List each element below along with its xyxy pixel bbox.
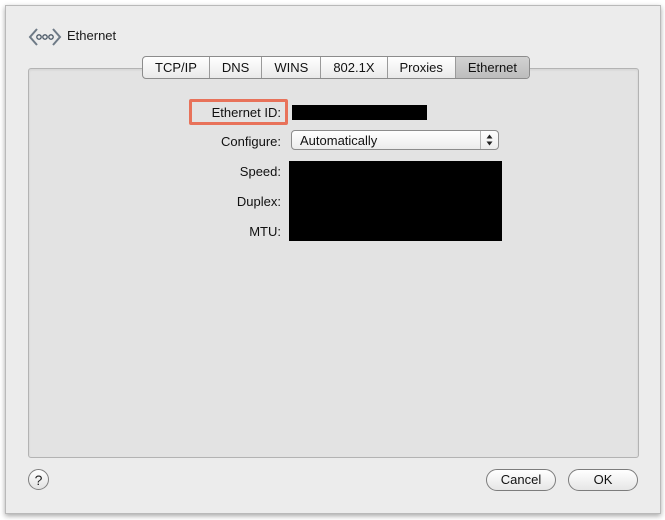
cancel-button[interactable]: Cancel — [486, 469, 556, 491]
dialog-title: Ethernet — [67, 28, 117, 43]
up-down-arrows-icon — [480, 131, 498, 149]
help-button[interactable]: ? — [28, 469, 49, 490]
speed-label: Speed: — [239, 164, 281, 179]
tab-dns[interactable]: DNS — [210, 57, 263, 78]
tab-8021x[interactable]: 802.1X — [321, 57, 388, 78]
ok-button[interactable]: OK — [568, 469, 638, 491]
tab-content-panel — [28, 68, 639, 458]
configure-label: Configure: — [221, 134, 281, 149]
configure-select[interactable]: Automatically — [291, 130, 499, 150]
network-advanced-dialog: Ethernet TCP/IP DNS WINS 802.1X Proxies … — [5, 5, 661, 514]
tab-bar: TCP/IP DNS WINS 802.1X Proxies Ethernet — [142, 56, 531, 79]
link-info-redacted-block — [289, 161, 502, 241]
ethernet-id-redacted-value — [292, 105, 427, 120]
ethernet-id-label: Ethernet ID: — [211, 105, 281, 120]
duplex-label: Duplex: — [236, 194, 281, 209]
configure-select-value: Automatically — [300, 133, 378, 148]
mtu-label: MTU: — [249, 224, 281, 239]
tab-wins[interactable]: WINS — [262, 57, 322, 78]
ethernet-network-icon — [28, 28, 62, 46]
tab-tcpip[interactable]: TCP/IP — [143, 57, 210, 78]
tab-ethernet[interactable]: Ethernet — [455, 57, 530, 78]
tab-proxies[interactable]: Proxies — [388, 57, 456, 78]
